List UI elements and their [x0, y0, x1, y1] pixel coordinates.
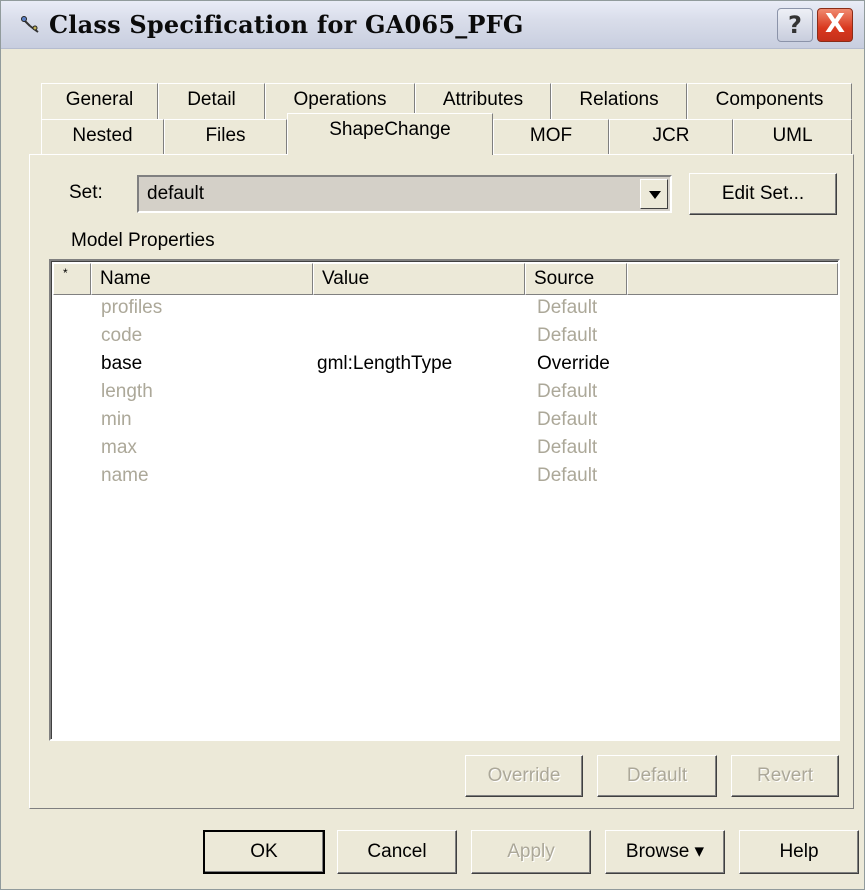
tab-files[interactable]: Files [164, 119, 287, 155]
property-source: Default [537, 409, 598, 430]
help-icon: ? [788, 11, 802, 39]
tab-uml[interactable]: UML [733, 119, 852, 155]
property-name: name [101, 465, 149, 486]
property-name: base [101, 353, 143, 374]
list-item[interactable]: name Default [51, 465, 838, 493]
property-source: Default [537, 297, 598, 318]
class-magnifier-icon [21, 16, 39, 33]
property-source: Default [537, 381, 598, 402]
close-icon: X [824, 9, 846, 39]
list-item[interactable]: code Default [51, 325, 838, 353]
list-item[interactable]: profiles Default [51, 297, 838, 325]
tab-nested[interactable]: Nested [41, 119, 164, 155]
ok-button[interactable]: OK [203, 830, 325, 874]
close-button[interactable]: X [817, 8, 853, 42]
set-label: Set: [69, 182, 103, 203]
tab-mof[interactable]: MOF [493, 119, 609, 155]
list-item[interactable]: max Default [51, 437, 838, 465]
property-source: Override [537, 353, 610, 374]
property-name: min [101, 409, 132, 430]
list-item[interactable]: length Default [51, 381, 838, 409]
property-name: code [101, 325, 143, 346]
apply-button[interactable]: Apply [471, 830, 591, 874]
property-name: profiles [101, 297, 163, 318]
set-dropdown-value: default [147, 183, 205, 204]
column-header-source[interactable]: Source [525, 263, 627, 295]
override-button[interactable]: Override [465, 755, 583, 797]
property-source: Default [537, 325, 598, 346]
tab-jcr[interactable]: JCR [609, 119, 733, 155]
chevron-down-icon[interactable] [640, 179, 668, 209]
model-properties-label: Model Properties [71, 230, 215, 251]
revert-button[interactable]: Revert [731, 755, 839, 797]
default-button[interactable]: Default [597, 755, 717, 797]
tab-relations[interactable]: Relations [551, 83, 687, 119]
tab-shapechange[interactable]: ShapeChange [287, 113, 493, 155]
property-source: Default [537, 465, 598, 486]
column-header-name[interactable]: Name [91, 263, 313, 295]
property-source: Default [537, 437, 598, 458]
help-title-button[interactable]: ? [777, 8, 813, 42]
column-header-value[interactable]: Value [313, 263, 525, 295]
cancel-button[interactable]: Cancel [337, 830, 457, 874]
property-value: gml:LengthType [317, 353, 453, 374]
column-header-star[interactable]: * [53, 263, 91, 295]
property-name: max [101, 437, 137, 458]
class-specification-dialog: Class Specification for GA065_PFG ? X Ge… [0, 0, 865, 890]
window-title: Class Specification for GA065_PFG [49, 10, 524, 39]
model-properties-list[interactable]: * Name Value Source profiles Default cod… [49, 259, 840, 741]
title-bar[interactable]: Class Specification for GA065_PFG ? X [1, 1, 864, 49]
column-header-empty[interactable] [627, 263, 838, 295]
set-dropdown[interactable]: default [137, 175, 672, 213]
edit-set-button[interactable]: Edit Set... [689, 173, 837, 215]
browse-button[interactable]: Browse ▾ [605, 830, 725, 874]
tab-components[interactable]: Components [687, 83, 852, 119]
property-name: length [101, 381, 153, 402]
tab-general[interactable]: General [41, 83, 158, 119]
list-item[interactable]: base gml:LengthType Override [51, 353, 838, 381]
help-button[interactable]: Help [739, 830, 859, 874]
list-item[interactable]: min Default [51, 409, 838, 437]
tab-detail[interactable]: Detail [158, 83, 265, 119]
